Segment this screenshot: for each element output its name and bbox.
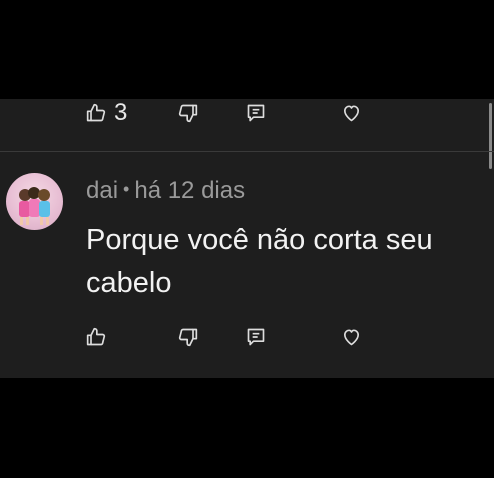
like-button[interactable] bbox=[86, 323, 106, 351]
thumbs-down-icon bbox=[178, 328, 198, 347]
previous-comment-actions: 3 bbox=[0, 99, 494, 127]
comment-meta: dai • há 12 dias bbox=[86, 177, 245, 205]
thumbs-down-icon bbox=[178, 104, 198, 123]
thumbs-up-icon bbox=[86, 103, 106, 122]
thumbs-up-icon bbox=[86, 327, 106, 346]
heart-button[interactable] bbox=[341, 323, 362, 351]
reply-button[interactable] bbox=[246, 99, 266, 127]
comment-text-line: cabelo bbox=[86, 267, 172, 299]
dislike-button[interactable] bbox=[178, 99, 198, 127]
reply-icon bbox=[247, 104, 265, 122]
divider bbox=[0, 151, 494, 152]
avatar-image bbox=[19, 187, 50, 225]
reply-button[interactable] bbox=[246, 323, 266, 351]
avatar[interactable] bbox=[6, 173, 63, 230]
like-button[interactable]: 3 bbox=[86, 99, 127, 127]
heart-icon bbox=[344, 105, 359, 122]
comment-actions bbox=[0, 323, 494, 351]
comment-time: há 12 dias bbox=[134, 177, 246, 204]
reply-icon bbox=[247, 328, 265, 346]
heart-icon bbox=[344, 329, 359, 346]
dislike-button[interactable] bbox=[178, 323, 198, 351]
comment-text: Porque você não corta seu cabelo bbox=[86, 219, 486, 305]
meta-separator: • bbox=[123, 179, 130, 199]
comment-author[interactable]: dai bbox=[86, 177, 118, 204]
like-count: 3 bbox=[114, 99, 128, 126]
heart-button[interactable] bbox=[341, 99, 362, 127]
comments-panel: 3 dai • há 12 dias Porque você não corta… bbox=[0, 99, 494, 378]
comment-text-line: Porque você não corta seu bbox=[86, 224, 433, 256]
